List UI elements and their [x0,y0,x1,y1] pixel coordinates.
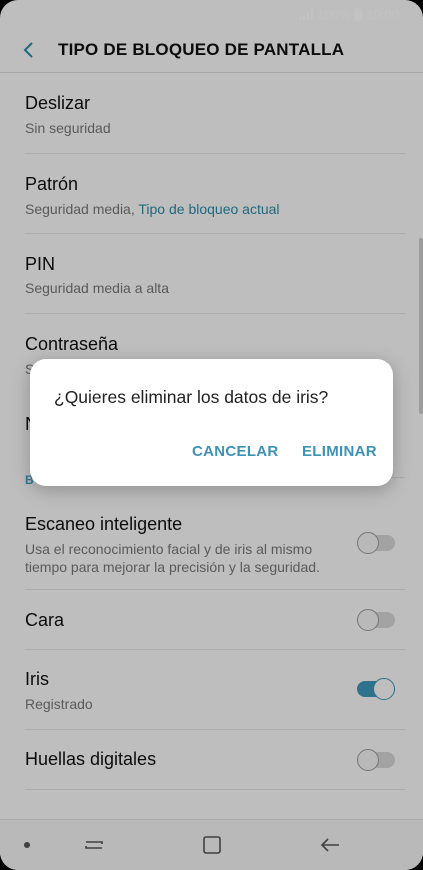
cancel-button[interactable]: CANCELAR [192,443,279,460]
phone-screen: 100% 10:00 TIPO DE BLOQUEO DE PANTALLA D… [0,0,423,870]
dialog-message: ¿Quieres eliminar los datos de iris? [54,387,329,407]
delete-iris-dialog: ¿Quieres eliminar los datos de iris? CAN… [30,359,393,486]
delete-button[interactable]: ELIMINAR [302,443,377,460]
